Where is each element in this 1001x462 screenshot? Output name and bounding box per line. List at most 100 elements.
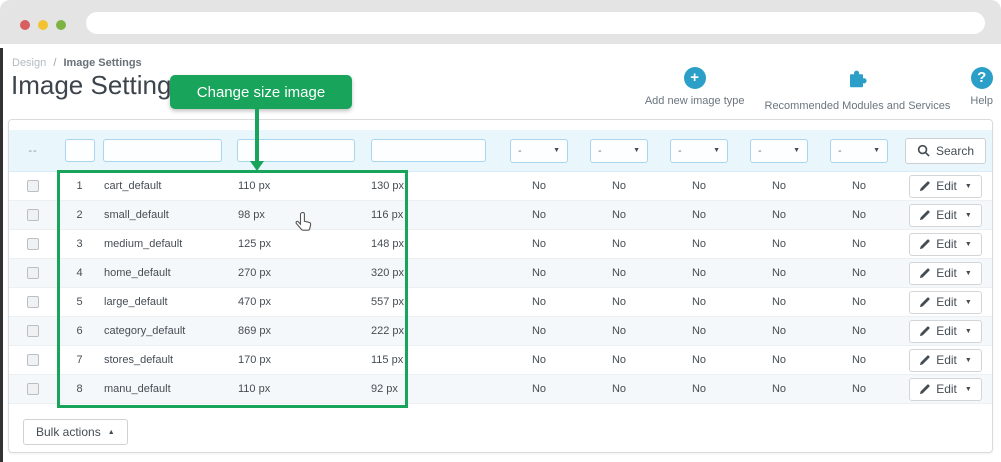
row-flag-suppliers: No	[771, 209, 787, 221]
edit-button[interactable]: Edit ▼	[909, 290, 982, 314]
edit-button[interactable]: Edit ▼	[909, 261, 982, 285]
row-flag-manufacturers: No	[691, 296, 707, 308]
image-types-table: 1 cart_default 110 px 130 px No No No No…	[9, 172, 992, 404]
row-checkbox-cell	[9, 238, 57, 250]
row-height: 130 px	[371, 180, 405, 192]
row-height: 115 px	[371, 354, 404, 366]
row-width: 110 px	[238, 383, 271, 395]
row-flag-suppliers: No	[771, 180, 787, 192]
row-id: 6	[76, 325, 83, 337]
table-row: 7 stores_default 170 px 115 px No No No …	[9, 346, 992, 375]
row-checkbox[interactable]	[27, 238, 39, 250]
edit-button[interactable]: Edit ▼	[909, 377, 982, 401]
window-maximize-button[interactable]	[56, 20, 66, 30]
row-flag-products: No	[531, 354, 547, 366]
row-actions: Edit ▼	[899, 377, 992, 401]
row-flag-categories: No	[611, 209, 627, 221]
edit-button[interactable]: Edit ▼	[909, 174, 982, 198]
edit-button[interactable]: Edit ▼	[909, 348, 982, 372]
row-flag-categories: No	[611, 354, 627, 366]
row-actions: Edit ▼	[899, 290, 992, 314]
row-checkbox-cell	[9, 209, 57, 221]
row-flag-products: No	[531, 267, 547, 279]
search-button[interactable]: Search	[904, 137, 987, 164]
row-checkbox-cell	[9, 267, 57, 279]
add-new-image-type-button[interactable]: + Add new image type	[645, 67, 745, 107]
row-flag-suppliers: No	[771, 354, 787, 366]
row-actions: Edit ▼	[899, 174, 992, 198]
address-bar[interactable]	[86, 12, 985, 34]
pencil-icon	[920, 238, 930, 249]
row-flag-products: No	[531, 238, 547, 250]
recommended-modules-label: Recommended Modules and Services	[764, 100, 951, 112]
filter-products-select[interactable]: - ▼	[510, 138, 568, 163]
row-checkbox[interactable]	[27, 267, 39, 279]
row-id: 4	[76, 267, 83, 279]
table-row: 4 home_default 270 px 320 px No No No No…	[9, 259, 992, 288]
filter-height-input[interactable]	[371, 139, 486, 162]
row-checkbox[interactable]	[27, 325, 39, 337]
row-flag-manufacturers: No	[691, 383, 707, 395]
row-actions: Edit ▼	[899, 319, 992, 343]
select-all-placeholder: --	[28, 144, 38, 157]
caret-down-icon: ▼	[964, 356, 972, 364]
search-icon	[917, 144, 930, 157]
row-flag-manufacturers: No	[691, 267, 707, 279]
pencil-icon	[920, 209, 930, 220]
pencil-icon	[920, 296, 930, 307]
row-actions: Edit ▼	[899, 261, 992, 285]
row-name: category_default	[104, 325, 186, 337]
breadcrumb-current: Image Settings	[63, 57, 142, 69]
row-flag-stores: No	[851, 383, 867, 395]
filter-name-input[interactable]	[103, 139, 222, 162]
breadcrumb-section[interactable]: Design	[12, 57, 46, 69]
row-flag-categories: No	[611, 325, 627, 337]
row-checkbox-cell	[9, 296, 57, 308]
row-flag-products: No	[531, 296, 547, 308]
row-checkbox[interactable]	[27, 354, 39, 366]
table-row: 5 large_default 470 px 557 px No No No N…	[9, 288, 992, 317]
filter-categories-select[interactable]: - ▼	[590, 138, 648, 163]
edit-button[interactable]: Edit ▼	[909, 203, 982, 227]
caret-down-icon: ▼	[964, 182, 972, 190]
row-name: home_default	[104, 267, 171, 279]
row-checkbox[interactable]	[27, 180, 39, 192]
row-height: 222 px	[371, 325, 405, 337]
filter-manufacturers-select[interactable]: - ▼	[670, 138, 728, 163]
filter-id-input[interactable]	[64, 139, 95, 162]
row-actions: Edit ▼	[899, 203, 992, 227]
row-name: medium_default	[104, 238, 183, 250]
row-name: manu_default	[104, 383, 171, 395]
row-flag-manufacturers: No	[691, 354, 707, 366]
row-checkbox-cell	[9, 325, 57, 337]
edit-button[interactable]: Edit ▼	[909, 232, 982, 256]
row-checkbox[interactable]	[27, 209, 39, 221]
add-new-image-type-label: Add new image type	[644, 95, 745, 107]
table-filter-row: -- - ▼ - ▼ - ▼ - ▼ - ▼ Search	[9, 130, 992, 172]
mouse-cursor-icon	[294, 211, 312, 241]
caret-down-icon: ▼	[964, 240, 972, 248]
bulk-actions-button[interactable]: Bulk actions ▲	[23, 419, 128, 445]
row-checkbox-cell	[9, 383, 57, 395]
caret-down-icon: ▼	[964, 327, 972, 335]
window-minimize-button[interactable]	[38, 20, 48, 30]
caret-down-icon: ▼	[873, 147, 880, 154]
table-row: 6 category_default 869 px 222 px No No N…	[9, 317, 992, 346]
row-id: 3	[76, 238, 83, 250]
row-flag-suppliers: No	[771, 267, 787, 279]
edit-button[interactable]: Edit ▼	[909, 319, 982, 343]
filter-suppliers-select[interactable]: - ▼	[750, 138, 808, 163]
caret-down-icon: ▼	[713, 147, 720, 154]
annotation-callout: Change size image	[170, 75, 352, 109]
help-button[interactable]: ? Help	[970, 67, 993, 107]
row-flag-stores: No	[851, 209, 867, 221]
row-height: 557 px	[371, 296, 405, 308]
window-close-button[interactable]	[20, 20, 30, 30]
row-checkbox[interactable]	[27, 383, 39, 395]
sidebar-edge	[0, 48, 3, 462]
image-types-panel: -- - ▼ - ▼ - ▼ - ▼ - ▼ Search 1 cart_def…	[8, 119, 993, 453]
pencil-icon	[920, 383, 930, 394]
row-checkbox[interactable]	[27, 296, 39, 308]
recommended-modules-button[interactable]: Recommended Modules and Services	[764, 67, 951, 112]
filter-stores-select[interactable]: - ▼	[830, 138, 888, 163]
